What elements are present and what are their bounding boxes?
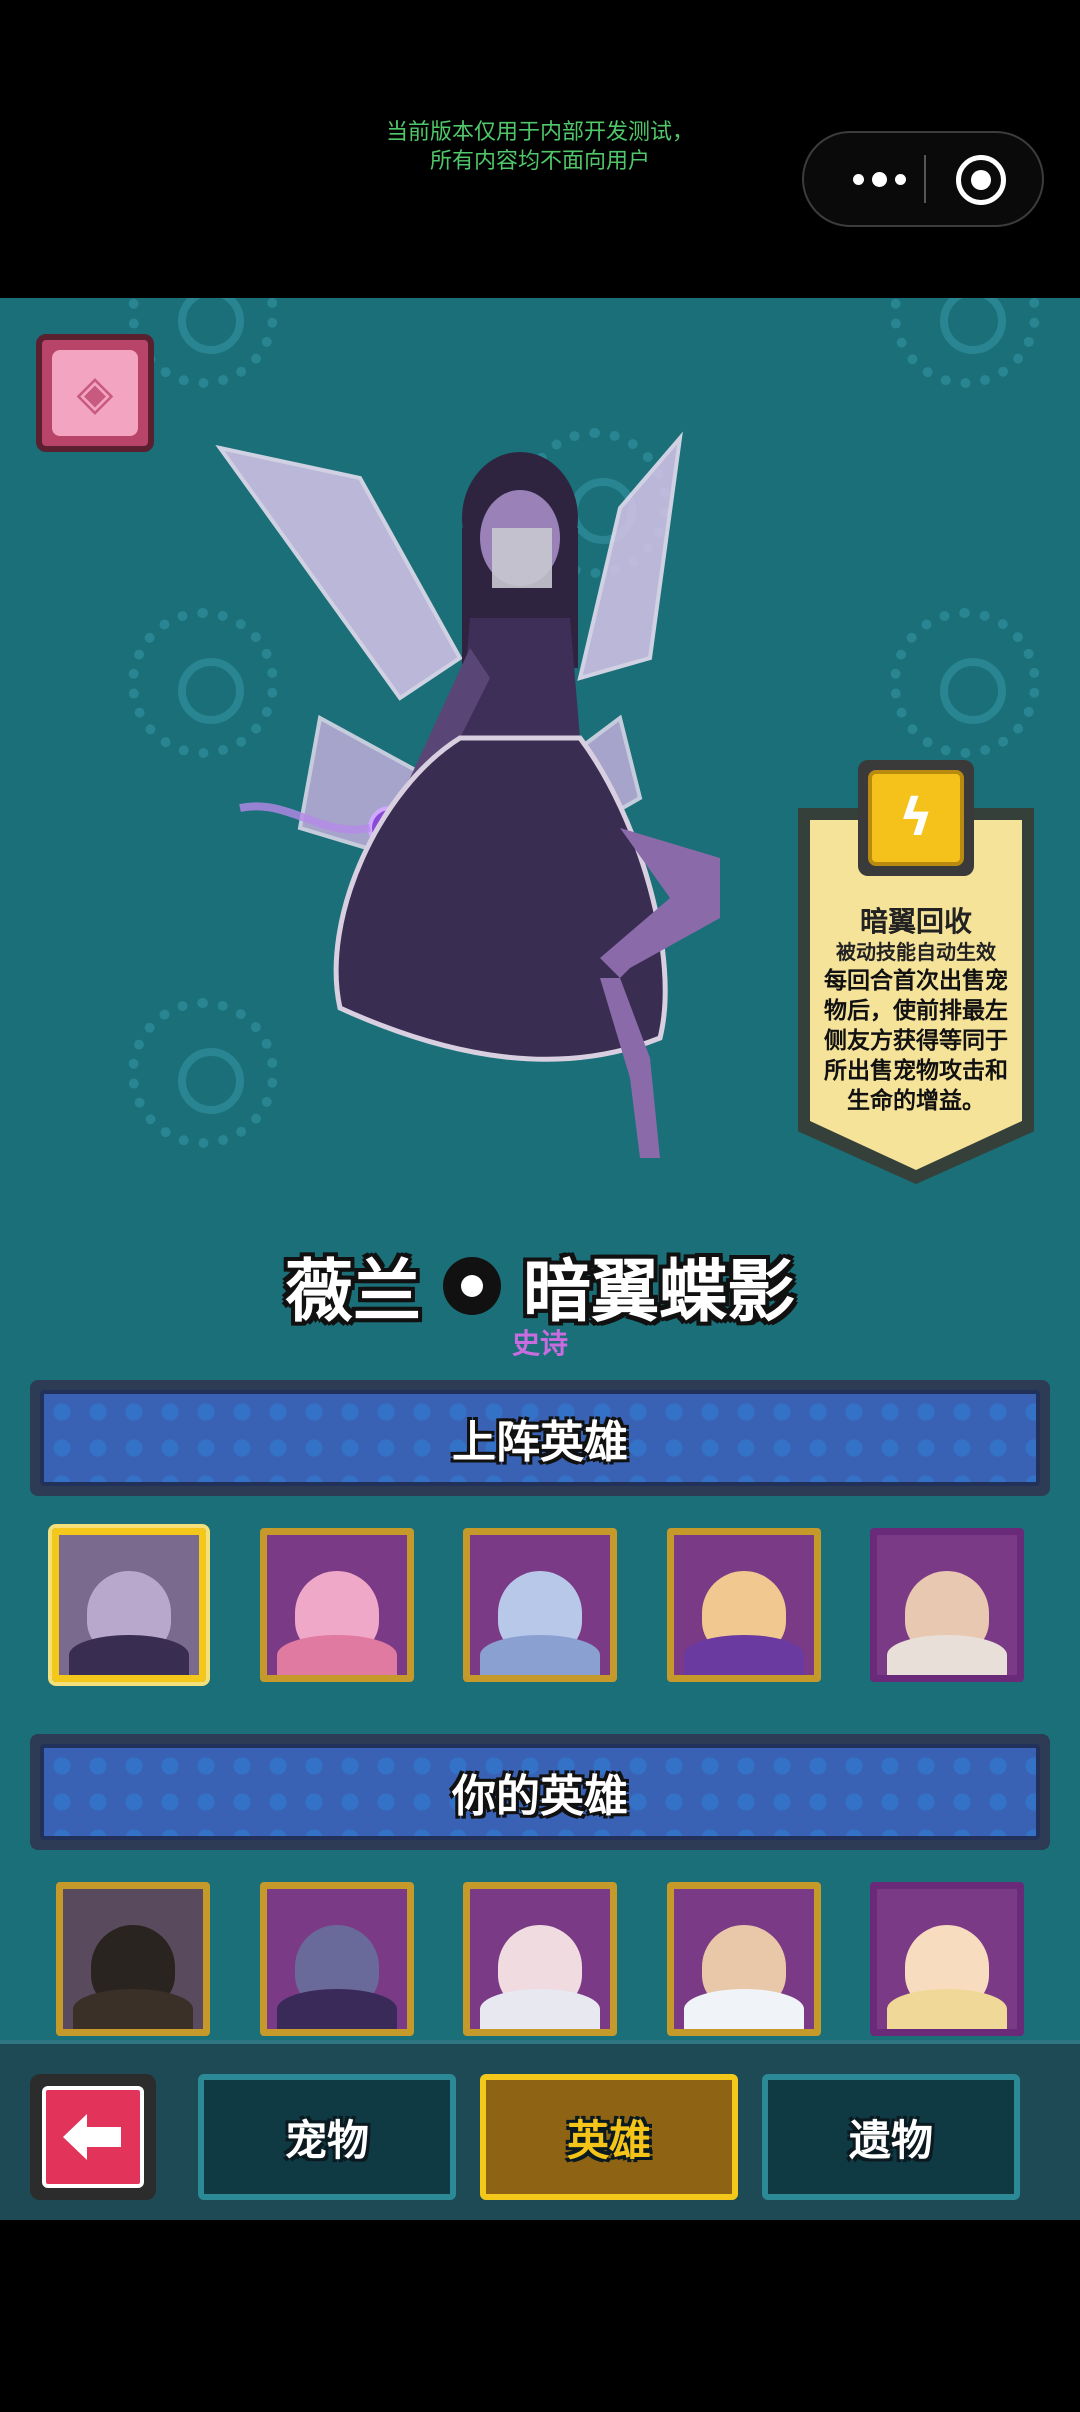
tab-heroes-label: 英雄 (566, 2115, 651, 2165)
hero-rarity: 史诗 (511, 1327, 568, 1360)
deployed-hero-butterfly-prince[interactable] (667, 1528, 821, 1682)
deployed-heroes-banner: 上阵英雄 (30, 1380, 1050, 1496)
capsule-divider (924, 155, 926, 203)
hero-illustration (215, 431, 720, 1158)
tab-heroes[interactable]: 英雄 (480, 2074, 738, 2200)
tab-relics-label: 遗物 (848, 2115, 933, 2165)
deployed-hero-pink-knight[interactable] (260, 1528, 414, 1682)
gallery-button[interactable]: ◈ (36, 334, 154, 452)
gem-icon: ◈ (52, 350, 138, 436)
owned-hero-cloud-spirit[interactable] (667, 1882, 821, 2036)
tab-pets-label: 宠物 (284, 2115, 369, 2165)
notice-line-1: 当前版本仅用于内部开发测试， (385, 120, 694, 145)
tab-pets[interactable]: 宠物 (198, 2074, 456, 2200)
background-ornament (890, 298, 1040, 388)
owned-hero-crowned-priestess[interactable] (463, 1882, 617, 2036)
skill-badge[interactable]: ϟ 暗翼回收 被动技能自动生效 每回合首次出售宠物后，使前排最左侧友方获得等同于… (798, 760, 1034, 1190)
owned-heroes-title: 你的英雄 (452, 1771, 628, 1822)
more-dots-icon[interactable] (834, 133, 924, 225)
bottom-nav: 宠物 英雄 遗物 (0, 2040, 1080, 2220)
game-screen: ◈ ϟ 暗翼回收 被动技能自动生效 每回合首次出售宠物后，使前排最左侧友方获得等… (0, 298, 1080, 2220)
notice-line-2: 所有内容均不面向用户 (429, 149, 650, 174)
skill-icon-frame: ϟ (858, 760, 974, 876)
tab-relics[interactable]: 遗物 (762, 2074, 1020, 2200)
owned-hero-moon-sorceress[interactable] (260, 1882, 414, 2036)
hero-name-first: 薇兰 (284, 1253, 421, 1332)
arrow-left-icon (42, 2086, 144, 2188)
deployed-hero-dark-fairy[interactable] (48, 1524, 210, 1686)
lightning-icon: ϟ (868, 770, 964, 866)
skill-type: 被动技能自动生效 (836, 940, 996, 964)
owned-heroes-banner: 你的英雄 (30, 1734, 1050, 1850)
deployed-hero-moon-maiden[interactable] (463, 1528, 617, 1682)
miniprogram-capsule (802, 131, 1044, 227)
skill-description: 每回合首次出售宠物后，使前排最左侧友方获得等同于所出售宠物攻击和生命的增益。 (824, 968, 1008, 1114)
owned-hero-fairy-queen[interactable] (870, 1882, 1024, 2036)
deployed-heroes-title: 上阵英雄 (452, 1417, 628, 1468)
deployed-hero-horned-lady[interactable] (870, 1528, 1024, 1682)
skill-name: 暗翼回收 (859, 905, 972, 938)
system-top-bar: 当前版本仅用于内部开发测试， 所有内容均不面向用户 (0, 0, 1080, 298)
close-target-icon[interactable] (956, 155, 1006, 205)
hero-name-title: 暗翼蝶影 (523, 1253, 796, 1332)
background-ornament (890, 608, 1040, 758)
name-separator-dot (443, 1256, 501, 1315)
bottom-safe-area (0, 2220, 1080, 2412)
owned-hero-hooded-assassin[interactable] (56, 1882, 210, 2036)
back-button[interactable] (30, 2074, 156, 2200)
hero-name: 薇兰 暗翼蝶影 (0, 1236, 1080, 1335)
dev-notice: 当前版本仅用于内部开发测试， 所有内容均不面向用户 (300, 118, 780, 176)
